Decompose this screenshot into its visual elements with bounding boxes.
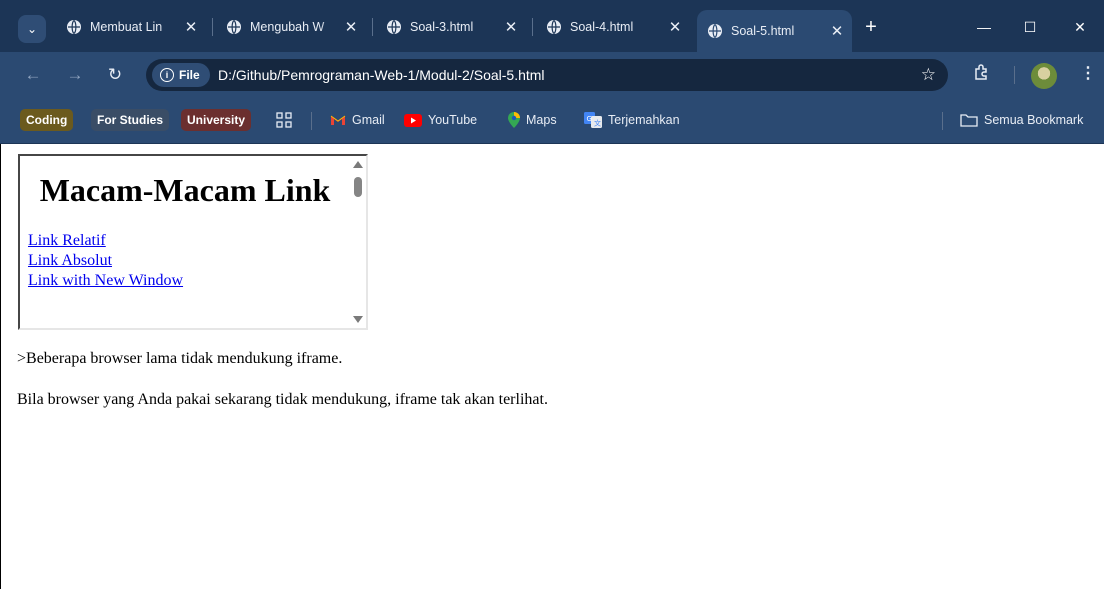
scroll-up-icon[interactable] [353,161,363,168]
close-window-button[interactable]: ✕ [1060,12,1100,42]
arrow-right-icon: → [66,65,84,84]
bookmark-folder-university[interactable]: University [181,109,252,131]
toolbar-separator [1014,66,1015,84]
apps-button[interactable] [276,109,292,131]
bookmark-youtube[interactable]: YouTube [404,109,477,131]
site-info-chip[interactable]: i File [152,63,210,87]
menu-kebab-icon[interactable]: ⋮ [1080,63,1096,83]
iframe-heading: Macam-Macam Link [39,172,331,208]
tab-title: Mengubah W [250,20,325,34]
bookmark-folder-for-studies[interactable]: For Studies [91,109,170,131]
tab-mengubah-w[interactable]: Mengubah W ✕ [216,10,366,44]
bookmark-separator [942,112,943,130]
reload-button[interactable]: ↻ [102,62,128,88]
url-text[interactable]: D:/Github/Pemrograman-Web-1/Modul-2/Soal… [218,59,545,91]
extensions-icon[interactable] [973,63,991,86]
youtube-icon [404,113,422,127]
note-text: Bila browser yang Anda pakai sekarang ti… [17,391,548,408]
tab-title: Soal-3.html [410,20,474,34]
tab-title: Soal-4.html [570,20,634,34]
tab-soal-5[interactable]: Soal-5.html ✕ [697,10,852,52]
all-bookmarks-label: Semua Bookmark [984,113,1084,127]
noframe-text: >Beberapa browser lama tidak mendukung i… [17,350,343,367]
tab-close-icon[interactable]: ✕ [828,22,846,40]
bookmark-folder-coding[interactable]: Coding [20,109,74,131]
globe-icon [387,20,401,34]
tab-title: Soal-5.html [731,24,795,38]
tab-search-button[interactable]: ⌄ [18,15,46,43]
bookmark-separator [311,112,312,130]
link-new-window[interactable]: Link with New Window [28,271,350,291]
bookmark-label: Gmail [352,113,385,127]
tab-membuat-link[interactable]: Membuat Lin ✕ [56,10,206,44]
tab-close-icon[interactable]: ✕ [502,18,520,36]
globe-icon [67,20,81,34]
tab-close-icon[interactable]: ✕ [666,18,684,36]
minimize-icon: — [977,19,991,35]
address-bar[interactable]: i File D:/Github/Pemrograman-Web-1/Modul… [146,59,948,91]
bookmark-gmail[interactable]: Gmail [330,109,385,131]
new-tab-button[interactable]: + [860,17,882,39]
all-bookmarks-button[interactable]: Semua Bookmark [960,109,1083,131]
browser-toolbar: ← → ↻ i File D:/Github/Pemrograman-Web-1… [0,52,1104,98]
bookmark-label: Maps [526,113,557,127]
maps-pin-icon [508,112,520,128]
bookmarks-bar: Coding For Studies University Gmail YouT… [0,98,1104,144]
svg-text:G: G [587,115,592,123]
tab-title: Membuat Lin [90,20,163,34]
scrollbar-thumb[interactable] [354,177,362,197]
bookmark-maps[interactable]: Maps [508,109,557,131]
embedded-iframe[interactable]: Macam-Macam Link Link Relatif Link Absol… [18,154,368,330]
profile-avatar[interactable] [1031,63,1057,89]
link-relatif[interactable]: Link Relatif [28,231,350,251]
close-icon: ✕ [1074,18,1086,35]
page-viewport: Macam-Macam Link Link Relatif Link Absol… [0,144,1104,589]
gmail-icon [330,114,346,126]
tab-separator [372,18,373,36]
iframe-scrollbar[interactable] [350,156,366,328]
folder-icon [960,113,978,127]
tab-separator [532,18,533,36]
tab-soal-4[interactable]: Soal-4.html ✕ [536,10,690,44]
globe-icon [708,24,722,38]
bookmark-star-icon[interactable]: ☆ [921,65,936,85]
bookmark-label: Terjemahkan [608,113,680,127]
iframe-document: Macam-Macam Link Link Relatif Link Absol… [20,156,350,291]
site-info-label: File [179,68,200,82]
info-icon: i [160,68,174,82]
back-button[interactable]: ← [20,62,46,88]
maximize-button[interactable]: ☐ [1010,12,1050,42]
tab-strip: ⌄ Membuat Lin ✕ Mengubah W ✕ Soal-3.html… [0,0,1104,52]
globe-icon [547,20,561,34]
maximize-icon: ☐ [1023,18,1037,35]
chevron-down-icon: ⌄ [26,22,38,36]
minimize-button[interactable]: — [964,12,1004,42]
globe-icon [227,20,241,34]
svg-text:文: 文 [594,119,601,128]
apps-grid-icon [276,112,292,128]
translate-icon: G文 [584,112,602,128]
tab-close-icon[interactable]: ✕ [342,18,360,36]
arrow-left-icon: ← [24,65,42,84]
tab-separator [212,18,213,36]
reload-icon: ↻ [107,65,123,84]
scroll-down-icon[interactable] [353,316,363,323]
tab-close-icon[interactable]: ✕ [182,18,200,36]
bookmark-label: YouTube [428,113,478,127]
forward-button[interactable]: → [62,62,88,88]
link-absolut[interactable]: Link Absolut [28,251,350,271]
bookmark-terjemahkan[interactable]: G文 Terjemahkan [584,109,680,131]
tab-soal-3[interactable]: Soal-3.html ✕ [376,10,526,44]
